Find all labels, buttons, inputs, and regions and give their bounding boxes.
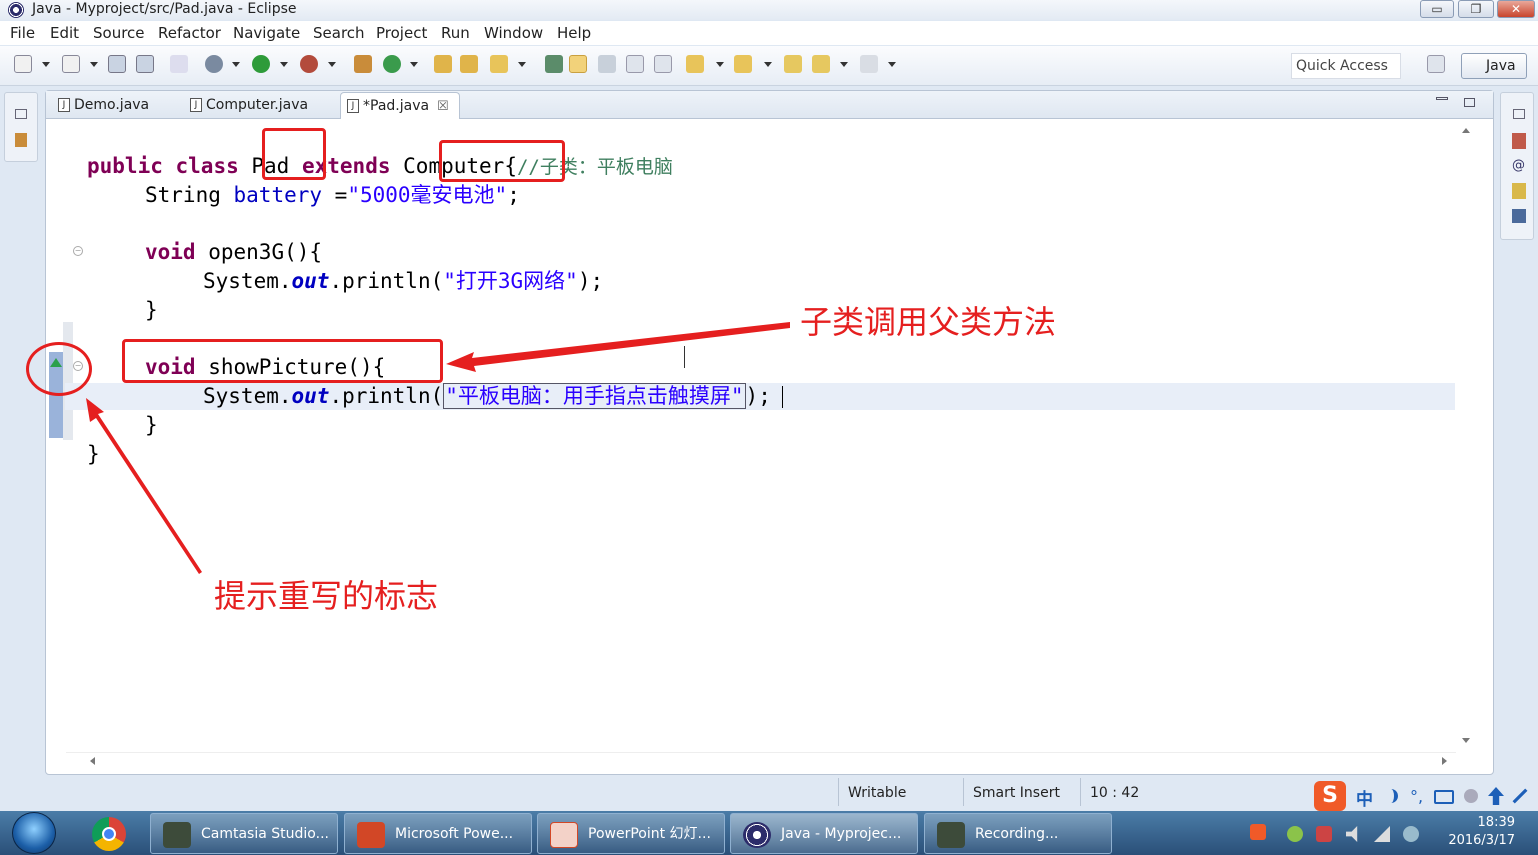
taskbar-label: PowerPoint 幻灯... bbox=[588, 826, 711, 842]
arrow-to-marker bbox=[86, 398, 202, 574]
status-divider bbox=[1080, 778, 1081, 806]
chrome-center-icon bbox=[102, 827, 116, 841]
ime-mode-label[interactable]: 中 bbox=[1356, 785, 1373, 810]
eclipse-icon bbox=[743, 822, 771, 848]
status-cursor-position: 10 : 42 bbox=[1090, 785, 1140, 801]
scroll-right-icon[interactable] bbox=[1442, 757, 1447, 765]
taskbar-item-powerpoint-slideshow[interactable]: PowerPoint 幻灯... bbox=[537, 813, 725, 854]
moon-icon[interactable] bbox=[1384, 789, 1398, 803]
vertical-scrollbar[interactable] bbox=[1458, 122, 1474, 750]
taskbar-item-recording[interactable]: Recording... bbox=[924, 813, 1112, 854]
status-divider bbox=[838, 778, 839, 806]
punctuation-icon[interactable]: °, bbox=[1410, 787, 1423, 806]
camtasia-icon bbox=[163, 822, 191, 848]
connection-icon[interactable] bbox=[1403, 826, 1419, 842]
user-icon[interactable] bbox=[1464, 789, 1478, 803]
annotation-override-marker: 提示重写的标志 bbox=[214, 577, 439, 615]
security-tray-icon[interactable] bbox=[1316, 826, 1332, 842]
sogou-logo-icon[interactable]: S bbox=[1314, 781, 1346, 811]
clock-time: 18:39 bbox=[1477, 815, 1515, 830]
annotation-subclass-calls-parent: 子类调用父类方法 bbox=[800, 303, 1057, 341]
taskbar-label: Camtasia Studio... bbox=[201, 826, 329, 842]
scroll-up-icon[interactable] bbox=[1462, 128, 1470, 133]
taskbar-item-powerpoint[interactable]: Microsoft Powe... bbox=[344, 813, 532, 854]
wrench-icon[interactable] bbox=[1508, 784, 1532, 808]
ime-toolbar: S 中 °, bbox=[1314, 781, 1534, 811]
annotation-arrows bbox=[86, 322, 790, 574]
taskbar-item-camtasia[interactable]: Camtasia Studio... bbox=[150, 813, 338, 854]
sogou-tray-icon[interactable] bbox=[1250, 824, 1266, 840]
taskbar-label: Microsoft Powe... bbox=[395, 826, 514, 842]
horizontal-scrollbar[interactable] bbox=[66, 752, 1456, 768]
powerpoint-icon bbox=[357, 822, 385, 848]
system-clock[interactable]: 18:39 2016/3/17 bbox=[1435, 814, 1515, 850]
scroll-left-icon[interactable] bbox=[90, 757, 95, 765]
update-tray-icon[interactable] bbox=[1287, 826, 1303, 842]
keyboard-icon[interactable] bbox=[1434, 790, 1454, 804]
slideshow-icon bbox=[550, 822, 578, 848]
taskbar-item-eclipse[interactable]: Java - Myprojec... bbox=[730, 813, 918, 854]
scroll-down-icon[interactable] bbox=[1462, 738, 1470, 743]
recording-icon bbox=[937, 822, 965, 848]
taskbar-label: Recording... bbox=[975, 826, 1059, 842]
status-bar bbox=[0, 776, 1538, 810]
start-button[interactable] bbox=[12, 812, 56, 854]
chrome-icon[interactable] bbox=[92, 817, 126, 851]
status-insert-mode: Smart Insert bbox=[973, 785, 1060, 801]
taskbar-label: Java - Myprojec... bbox=[781, 826, 902, 842]
arrow-to-method bbox=[446, 322, 790, 372]
status-writable: Writable bbox=[848, 785, 907, 801]
clock-date: 2016/3/17 bbox=[1448, 833, 1515, 848]
skin-icon[interactable] bbox=[1488, 787, 1504, 805]
status-divider bbox=[963, 778, 964, 806]
